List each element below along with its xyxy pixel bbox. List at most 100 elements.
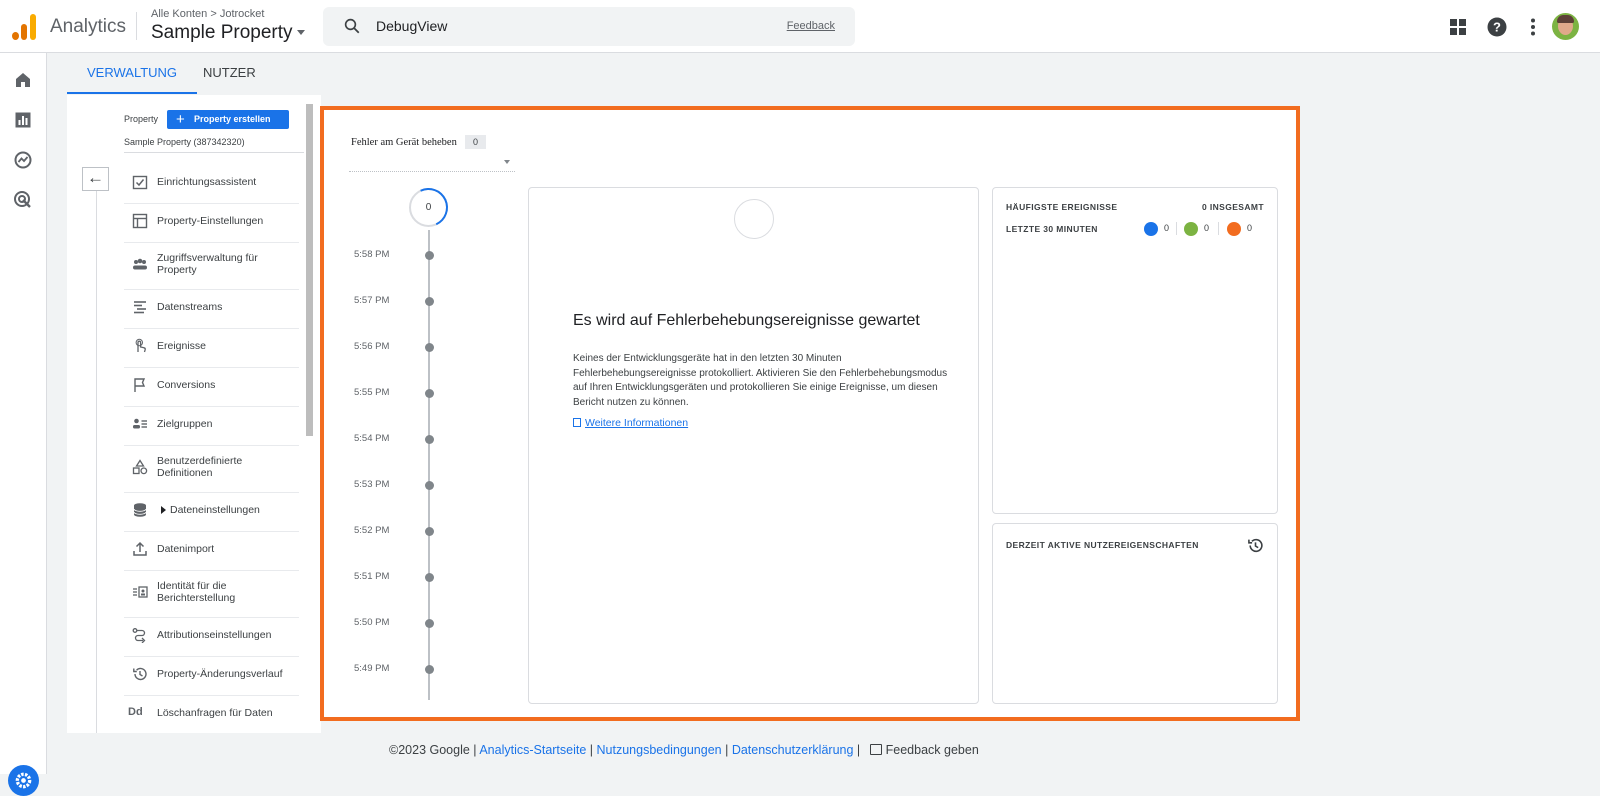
user-avatar[interactable] bbox=[1552, 13, 1579, 40]
audience-icon bbox=[133, 418, 147, 429]
timeline-progress-arc bbox=[403, 182, 454, 233]
checkbox-icon bbox=[132, 175, 148, 190]
device-selector-label: Fehler am Gerät beheben bbox=[351, 137, 457, 148]
event-count-value: 0 bbox=[1204, 223, 1210, 233]
timeline-dot bbox=[425, 435, 434, 444]
nav-zugriffsverwaltung[interactable]: Zugriffsverwaltung für Property bbox=[124, 244, 299, 290]
timeline-dot bbox=[425, 619, 434, 628]
breadcrumb-jotrocket[interactable]: Jotrocket bbox=[220, 8, 265, 20]
nav-datenimport[interactable]: Datenimport bbox=[124, 533, 299, 571]
event-stream-card: Es wird auf Fehlerbehebungsereignisse ge… bbox=[528, 187, 979, 704]
timeline-time: 5:54 PM bbox=[354, 433, 390, 444]
nav-einrichtungsassistent[interactable]: Einrichtungsassistent bbox=[124, 166, 299, 204]
nav-attributionseinstellungen[interactable]: Attributionseinstellungen bbox=[124, 619, 299, 657]
nav-ereignisse[interactable]: Ereignisse bbox=[124, 330, 299, 368]
nav-conversions[interactable]: Conversions bbox=[124, 369, 299, 407]
apps-grid-icon[interactable] bbox=[1447, 16, 1469, 38]
divider bbox=[1176, 222, 1177, 235]
footer-link-privacy[interactable]: Datenschutzerklärung bbox=[732, 743, 854, 757]
nav-aenderungsverlauf[interactable]: Property-Änderungsverlauf bbox=[124, 658, 299, 696]
explore-icon[interactable] bbox=[13, 150, 33, 170]
nav-label: Conversions bbox=[157, 379, 216, 391]
svg-text:?: ? bbox=[1493, 20, 1501, 35]
expand-caret-icon[interactable] bbox=[161, 506, 166, 514]
more-info-label: Weitere Informationen bbox=[585, 417, 689, 429]
top-events-title: HÄUFIGSTE EREIGNISSE bbox=[1006, 202, 1118, 212]
timeline-minute[interactable]: 5:53 PM bbox=[354, 479, 444, 491]
search-input[interactable]: DebugView bbox=[376, 18, 447, 34]
more-vert-icon[interactable] bbox=[1522, 16, 1544, 38]
event-count-green[interactable]: 0 bbox=[1184, 221, 1209, 236]
back-arrow-button[interactable]: ← bbox=[82, 167, 109, 191]
people-icon bbox=[133, 258, 147, 270]
nav-label: Einrichtungsassistent bbox=[157, 176, 257, 188]
nav-property-einstellungen[interactable]: Property-Einstellungen bbox=[124, 205, 299, 243]
property-selector[interactable]: Sample Property bbox=[151, 22, 305, 44]
footer-feedback-link[interactable]: Feedback geben bbox=[886, 743, 979, 757]
event-orange-icon bbox=[1227, 221, 1241, 236]
feedback-link[interactable]: Feedback bbox=[787, 20, 835, 32]
nav-label: Datenstreams bbox=[157, 301, 223, 313]
scrollbar[interactable] bbox=[306, 104, 313, 436]
timeline-time: 5:53 PM bbox=[354, 479, 390, 490]
create-property-button[interactable]: + Property erstellen bbox=[167, 110, 289, 129]
reports-icon[interactable] bbox=[13, 110, 33, 130]
document-icon bbox=[573, 418, 581, 427]
device-dropdown[interactable] bbox=[349, 152, 515, 172]
help-icon[interactable]: ? bbox=[1486, 16, 1508, 38]
tab-nutzer[interactable]: NUTZER bbox=[183, 58, 276, 94]
tab-verwaltung[interactable]: VERWALTUNG bbox=[67, 58, 198, 94]
more-info-link[interactable]: Weitere Informationen bbox=[573, 417, 688, 429]
nav-zielgruppen[interactable]: Zielgruppen bbox=[124, 408, 299, 446]
event-count-blue[interactable]: 0 bbox=[1144, 221, 1169, 236]
divider bbox=[1218, 222, 1219, 235]
nav-label: Property-Einstellungen bbox=[157, 215, 264, 227]
breadcrumb-account[interactable]: Alle Konten bbox=[151, 8, 207, 20]
admin-gear-button[interactable] bbox=[8, 765, 39, 796]
footer-link-analytics-home[interactable]: Analytics-Startseite bbox=[479, 743, 586, 757]
timeline-minute[interactable]: 5:54 PM bbox=[354, 433, 444, 445]
timeline-minute[interactable]: 5:57 PM bbox=[354, 295, 444, 307]
timeline-minute[interactable]: 5:55 PM bbox=[354, 387, 444, 399]
timeline-minute[interactable]: 5:49 PM bbox=[354, 663, 444, 675]
history-icon[interactable] bbox=[1247, 537, 1264, 554]
timeline-minute[interactable]: 5:52 PM bbox=[354, 525, 444, 537]
timeline-dot bbox=[425, 251, 434, 260]
tree-line bbox=[96, 191, 97, 733]
copyright: ©2023 Google bbox=[389, 743, 470, 757]
nav-label: Datenimport bbox=[157, 543, 215, 555]
search-bar[interactable]: DebugView Feedback bbox=[323, 7, 855, 46]
timeline-dot bbox=[425, 527, 434, 536]
divider bbox=[124, 152, 304, 153]
advertising-icon[interactable] bbox=[13, 190, 33, 210]
header-divider bbox=[136, 12, 137, 40]
nav-dateneinstellungen[interactable]: Dateneinstellungen bbox=[124, 494, 299, 532]
timeline-time: 5:58 PM bbox=[354, 249, 390, 260]
event-count-orange[interactable]: 0 bbox=[1227, 221, 1252, 236]
plus-icon: + bbox=[176, 111, 185, 128]
feedback-icon bbox=[869, 744, 882, 755]
nav-label: Benutzerdefinierte Definitionen bbox=[157, 455, 243, 479]
home-icon[interactable] bbox=[13, 70, 33, 90]
caret-down-icon bbox=[296, 30, 305, 36]
nav-identitaet[interactable]: Identität für die Berichterstellung bbox=[124, 572, 299, 618]
timeline-minute[interactable]: 5:58 PM bbox=[354, 249, 444, 261]
timeline-minute[interactable]: 5:50 PM bbox=[354, 617, 444, 629]
admin-side-panel: Property + Property erstellen Sample Prop… bbox=[67, 95, 321, 733]
timeline-dot bbox=[425, 297, 434, 306]
nav-label: Löschanfragen für Daten bbox=[157, 707, 273, 719]
property-name[interactable]: Sample Property (387342320) bbox=[124, 137, 245, 147]
footer-link-terms[interactable]: Nutzungsbedingungen bbox=[597, 743, 722, 757]
timeline-dot bbox=[425, 343, 434, 352]
device-count-badge: 0 bbox=[465, 135, 486, 149]
property-column-label: Property bbox=[124, 114, 159, 124]
nav-loeschanfragen[interactable]: Dd Löschanfragen für Daten bbox=[124, 697, 299, 733]
footer: ©2023 Google | Analytics-Startseite | Nu… bbox=[389, 743, 979, 757]
app-name: Analytics bbox=[50, 16, 127, 37]
timeline-minute[interactable]: 5:56 PM bbox=[354, 341, 444, 353]
nav-benutzerdefinierte-definitionen[interactable]: Benutzerdefinierte Definitionen bbox=[124, 447, 299, 493]
nav-datenstreams[interactable]: Datenstreams bbox=[124, 291, 299, 329]
top-bar: Analytics Alle Konten > Jotrocket Sample… bbox=[0, 0, 1600, 53]
analytics-logo[interactable] bbox=[12, 14, 36, 40]
timeline-minute[interactable]: 5:51 PM bbox=[354, 571, 444, 583]
